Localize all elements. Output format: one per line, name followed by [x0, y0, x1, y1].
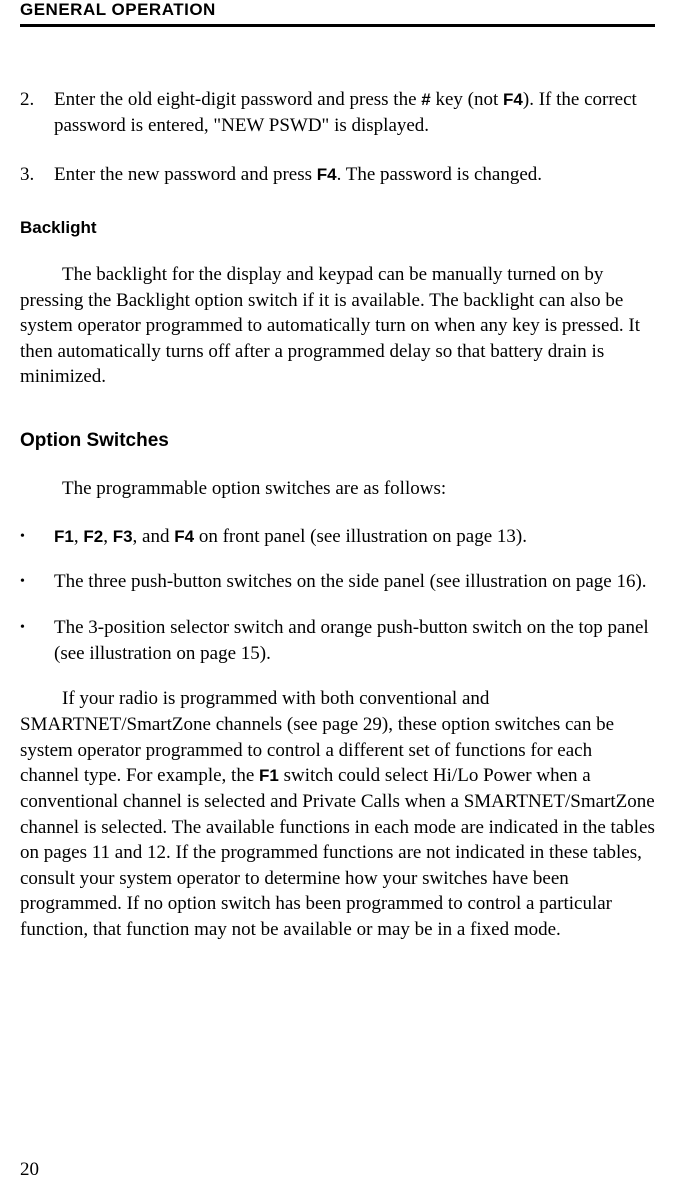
f1-key: F1 — [259, 766, 279, 785]
bullet-2-content: The three push-button switches on the si… — [54, 569, 655, 595]
bullet-3: • The 3-position selector switch and ora… — [20, 615, 655, 666]
bullet-3-content: The 3-position selector switch and orang… — [54, 615, 655, 666]
sep: , — [103, 526, 113, 547]
page-header: GENERAL OPERATION — [20, 0, 655, 27]
page-number: 20 — [20, 1159, 39, 1181]
bullet-icon: • — [20, 569, 54, 595]
bullet-1-content: F1, F2, F3, and F4 on front panel (see i… — [54, 524, 655, 550]
step-3-text-b: . The password is changed. — [337, 164, 542, 185]
final-text-b: switch could select Hi/Lo Power when a c… — [20, 765, 655, 940]
backlight-paragraph: The backlight for the display and keypad… — [20, 262, 655, 390]
step-2-text-b: key (not — [431, 89, 503, 110]
option-switches-heading: Option Switches — [20, 430, 655, 452]
f4-key: F4 — [503, 90, 523, 109]
bullet-icon: • — [20, 524, 54, 550]
step-2-content: Enter the old eight-digit password and p… — [54, 87, 655, 138]
f4-key: F4 — [317, 165, 337, 184]
step-2-number: 2. — [20, 87, 54, 138]
hash-key: # — [421, 90, 430, 109]
step-3-content: Enter the new password and press F4. The… — [54, 162, 655, 188]
sep: , and — [133, 526, 175, 547]
backlight-text: The backlight for the display and keypad… — [20, 264, 640, 388]
bullet-1: • F1, F2, F3, and F4 on front panel (see… — [20, 524, 655, 550]
f4-key: F4 — [174, 527, 194, 546]
bullet-2: • The three push-button switches on the … — [20, 569, 655, 595]
backlight-heading: Backlight — [20, 218, 655, 238]
sep: , — [74, 526, 84, 547]
step-2-text-a: Enter the old eight-digit password and p… — [54, 89, 421, 110]
f3-key: F3 — [113, 527, 133, 546]
f2-key: F2 — [83, 527, 103, 546]
f1-key: F1 — [54, 527, 74, 546]
step-3: 3. Enter the new password and press F4. … — [20, 162, 655, 188]
bullet-icon: • — [20, 615, 54, 666]
step-2: 2. Enter the old eight-digit password an… — [20, 87, 655, 138]
option-intro-text: The programmable option switches are as … — [62, 478, 446, 499]
option-intro: The programmable option switches are as … — [20, 476, 655, 502]
bullet-1-rest: on front panel (see illustration on page… — [194, 526, 527, 547]
step-3-number: 3. — [20, 162, 54, 188]
final-paragraph: If your radio is programmed with both co… — [20, 686, 655, 942]
step-3-text-a: Enter the new password and press — [54, 164, 317, 185]
